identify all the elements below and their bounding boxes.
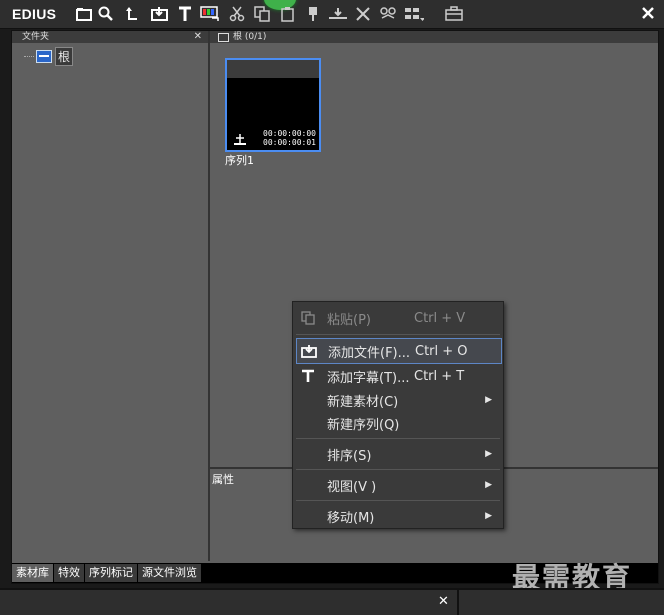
tree-connector xyxy=(24,56,34,57)
tab-source-browser[interactable]: 源文件浏览 xyxy=(138,564,202,582)
bin-toolbar: EDIUS xyxy=(0,0,664,29)
menu-item-new-sequence[interactable]: 新建序列(Q) xyxy=(296,411,500,435)
view-icon[interactable] xyxy=(404,4,424,24)
submenu-arrow-icon: ▶ xyxy=(485,511,492,521)
menu-shortcut: Ctrl + O xyxy=(415,343,468,359)
color-bars-icon[interactable] xyxy=(200,4,220,24)
add-title-icon[interactable] xyxy=(175,4,195,24)
menu-item-sort[interactable]: 排序(S) ▶ xyxy=(296,442,500,466)
bottom-divider xyxy=(457,590,459,615)
menu-shortcut: Ctrl + T xyxy=(414,368,465,384)
root-folder-label[interactable]: 根 xyxy=(55,47,74,66)
pin-icon[interactable] xyxy=(303,4,323,24)
tab-effects[interactable]: 特效 xyxy=(54,564,85,582)
folder-panel-header: 文件夹 ✕ xyxy=(12,31,208,43)
cut-icon[interactable] xyxy=(227,4,247,24)
clip-panel-header: 根 (0/1) xyxy=(210,31,658,43)
timecode: 00:00:00:00 00:00:00:01 xyxy=(263,129,316,147)
bottom-bar: ✕ xyxy=(0,588,664,615)
menu-item-move[interactable]: 移动(M) ▶ xyxy=(296,504,500,528)
menu-item-paste[interactable]: 粘贴(P) Ctrl + V xyxy=(296,306,500,330)
menu-label: 添加字幕(T)... xyxy=(327,370,410,386)
menu-label: 粘贴(P) xyxy=(327,312,371,328)
timecode-out: 00:00:00:01 xyxy=(263,138,316,147)
clip-name[interactable]: 序列1 xyxy=(225,152,254,168)
folder-panel-close-icon[interactable]: ✕ xyxy=(194,31,202,43)
delete-icon[interactable] xyxy=(353,4,373,24)
submenu-arrow-icon: ▶ xyxy=(485,480,492,490)
paste-icon xyxy=(296,311,320,325)
menu-label: 新建序列(Q) xyxy=(327,417,400,433)
menu-shortcut: Ctrl + V xyxy=(414,310,466,326)
tab-bin[interactable]: 素材库 xyxy=(12,564,54,582)
menu-separator xyxy=(296,469,500,470)
folder-tree-root[interactable]: 根 xyxy=(24,47,74,66)
briefcase-icon[interactable] xyxy=(444,4,464,24)
timecode-in: 00:00:00:00 xyxy=(263,129,316,138)
folder-panel: 文件夹 ✕ 根 xyxy=(12,31,210,561)
add-file-icon xyxy=(297,344,321,358)
menu-item-add-file[interactable]: 添加文件(F)... Ctrl + O xyxy=(296,338,502,364)
folder-small-icon xyxy=(218,32,229,42)
menu-item-add-title[interactable]: 添加字幕(T)... Ctrl + T xyxy=(296,364,500,388)
menu-separator xyxy=(296,500,500,501)
menu-label: 移动(M) xyxy=(327,510,375,526)
root-folder-icon xyxy=(36,50,52,63)
clip-panel-title: 根 (0/1) xyxy=(233,32,267,42)
menu-label: 添加文件(F)... xyxy=(328,345,411,361)
menu-separator xyxy=(296,438,500,439)
sequence-thumbnail[interactable]: 00:00:00:00 00:00:00:01 xyxy=(225,58,321,152)
menu-label: 新建素材(C) xyxy=(327,394,399,410)
close-icon[interactable] xyxy=(640,5,656,21)
add-to-timeline-icon[interactable] xyxy=(328,4,348,24)
menu-separator xyxy=(296,334,500,335)
paste-icon[interactable] xyxy=(278,4,298,24)
submenu-arrow-icon: ▶ xyxy=(485,395,492,405)
context-menu: 粘贴(P) Ctrl + V 添加文件(F)... Ctrl + O 添加字幕(… xyxy=(292,301,504,529)
folder-panel-title: 文件夹 xyxy=(22,32,50,42)
add-file-icon[interactable] xyxy=(150,4,170,24)
up-folder-icon[interactable] xyxy=(122,4,142,24)
bottom-close-icon[interactable]: ✕ xyxy=(438,594,449,609)
thumbnail-header-bar xyxy=(227,60,319,78)
title-icon xyxy=(296,369,320,383)
submenu-arrow-icon: ▶ xyxy=(485,449,492,459)
tab-sequence-markers[interactable]: 序列标记 xyxy=(85,564,138,582)
menu-label: 视图(V ) xyxy=(327,479,377,495)
sequence-icon xyxy=(234,134,246,145)
search-icon[interactable] xyxy=(96,4,116,24)
menu-label: 排序(S) xyxy=(327,448,372,464)
folder-icon[interactable] xyxy=(74,4,94,24)
menu-item-view[interactable]: 视图(V ) ▶ xyxy=(296,473,500,497)
menu-item-new-clip[interactable]: 新建素材(C) ▶ xyxy=(296,388,500,412)
properties-icon[interactable] xyxy=(378,4,398,24)
copy-icon[interactable] xyxy=(252,4,272,24)
app-logo: EDIUS xyxy=(12,6,57,22)
